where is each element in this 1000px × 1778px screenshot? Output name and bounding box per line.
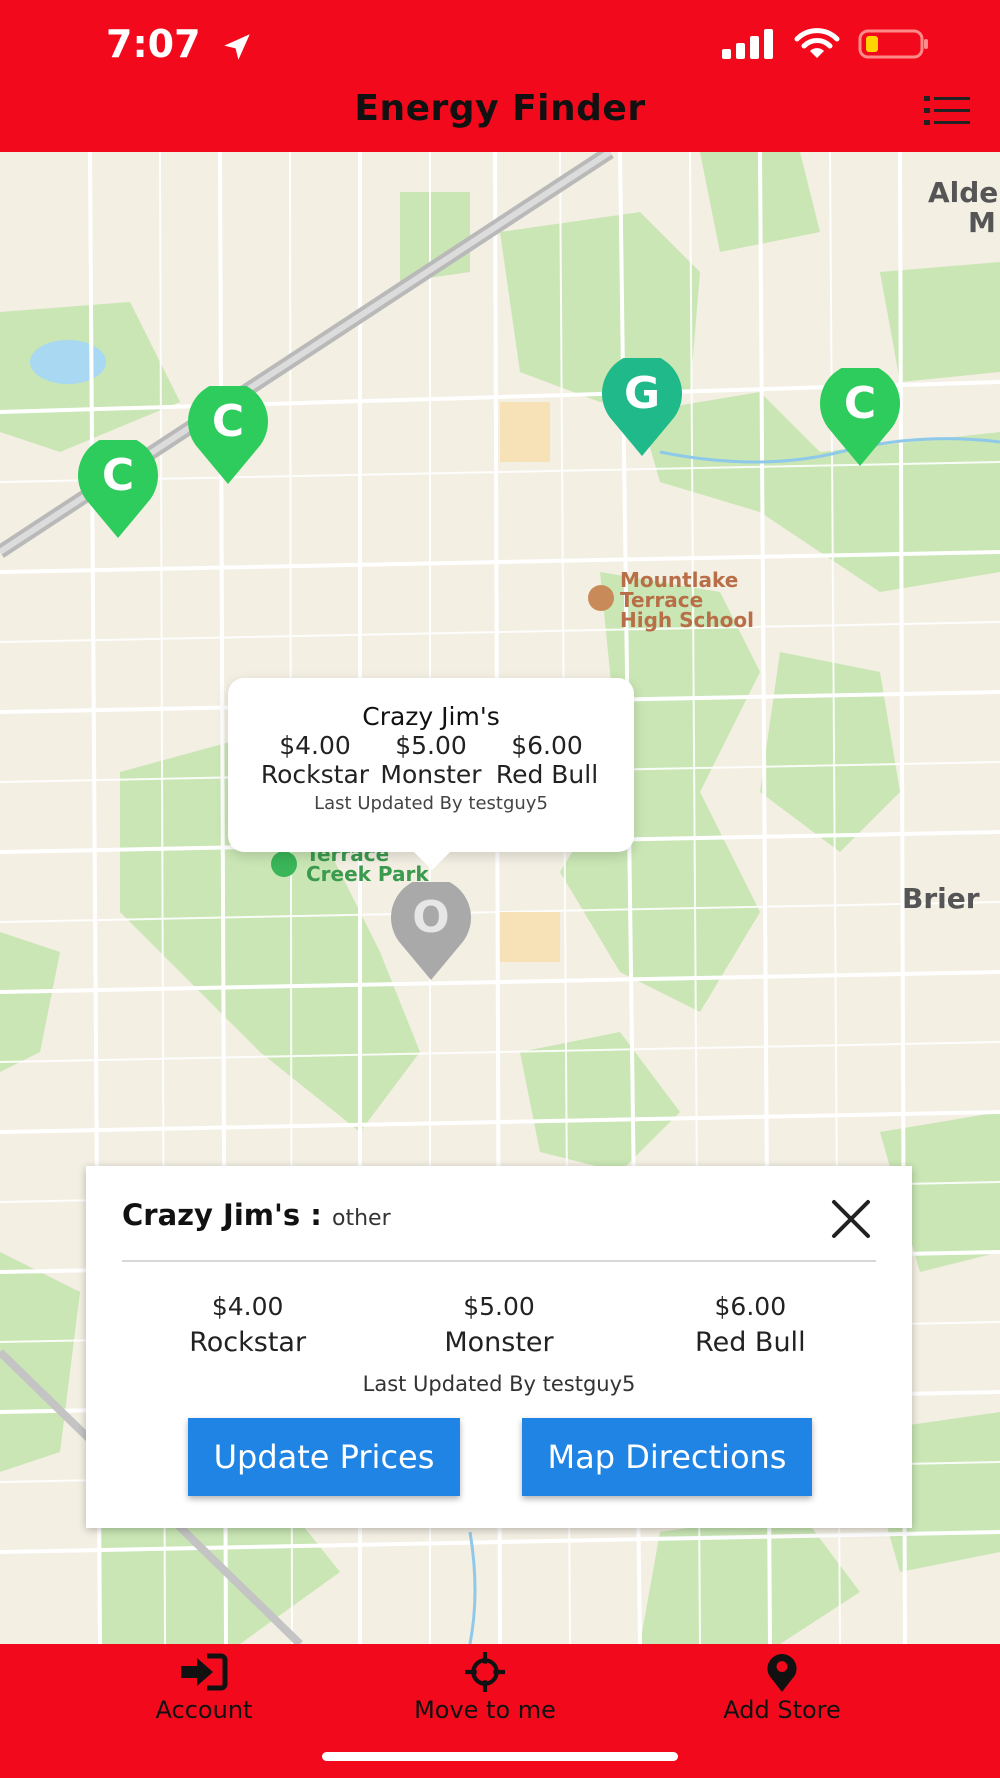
school-label-line1: Mountlake	[620, 568, 739, 592]
close-button[interactable]	[830, 1198, 872, 1240]
drink-name: Rockstar	[189, 1327, 307, 1358]
map-marker-icon	[767, 1654, 797, 1692]
callout-drink: Monster	[380, 760, 482, 789]
status-time-text: 7:07	[106, 22, 201, 66]
alder-label: Alde M	[928, 178, 998, 238]
nav-account[interactable]: Account	[124, 1644, 284, 1724]
school-label-line3: High School	[620, 608, 754, 632]
drink-price: $4.00	[211, 1292, 284, 1321]
drink-item: $4.00 Rockstar	[122, 1292, 373, 1358]
drink-name: Monster	[444, 1327, 554, 1358]
brier-label: Brier	[902, 882, 980, 915]
store-pin-c-3[interactable]: C	[818, 363, 902, 468]
signal-icon	[722, 29, 773, 59]
nav-add-store[interactable]: Add Store	[700, 1644, 864, 1724]
drink-item: $5.00 Monster	[373, 1292, 624, 1358]
park-label-line2: Creek Park	[306, 862, 429, 886]
card-divider	[122, 1260, 876, 1262]
update-prices-button[interactable]: Update Prices	[188, 1418, 460, 1496]
store-pin-c-1[interactable]: C	[76, 435, 160, 540]
nav-move-to-me[interactable]: Move to me	[390, 1644, 580, 1724]
store-callout[interactable]: Crazy Jim's $4.00 $5.00 $6.00 Rockstar M…	[228, 678, 634, 870]
pin-letter: C	[101, 450, 135, 501]
drink-name: Red Bull	[695, 1327, 806, 1358]
drink-price: $6.00	[714, 1292, 787, 1321]
menu-button[interactable]	[924, 94, 970, 128]
alder-label-line2: M	[968, 206, 996, 239]
status-icons	[722, 28, 930, 60]
map-directions-button[interactable]: Map Directions	[522, 1418, 812, 1496]
top-bar: 7:07 Energy Finder	[0, 0, 1000, 152]
callout-store-name: Crazy Jim's	[362, 702, 500, 731]
callout-price: $5.00	[395, 731, 467, 760]
close-icon	[832, 1200, 870, 1238]
nav-move-to-me-label: Move to me	[414, 1696, 556, 1724]
callout-drinks: Rockstar Monster Red Bull	[228, 760, 634, 789]
pin-letter: G	[623, 368, 661, 419]
school-label-line2: Terrace	[620, 588, 704, 612]
location-arrow-icon	[224, 33, 250, 60]
alder-label-line1: Alde	[928, 176, 999, 209]
battery-icon	[858, 29, 928, 59]
callout-updated: Last Updated By testguy5	[314, 793, 548, 814]
school-label: Mountlake Terrace High School	[620, 570, 754, 630]
sign-in-icon	[181, 1653, 228, 1691]
nav-add-store-label: Add Store	[723, 1696, 841, 1724]
pin-letter: O	[412, 892, 450, 943]
pin-letter: C	[211, 396, 245, 447]
card-store-type: other	[332, 1206, 391, 1231]
callout-drink: Red Bull	[495, 760, 599, 789]
drink-item: $6.00 Red Bull	[625, 1292, 876, 1358]
store-pin-c-2[interactable]: C	[186, 381, 270, 486]
drink-price: $5.00	[463, 1292, 535, 1321]
list-menu-icon	[924, 96, 970, 125]
nav-account-label: Account	[155, 1696, 253, 1724]
store-pin-g[interactable]: G	[600, 353, 684, 458]
pin-letter: C	[843, 378, 877, 429]
app-title: Energy Finder	[354, 88, 646, 129]
status-time: 7:07	[106, 22, 254, 66]
card-drink-list: $4.00 Rockstar $5.00 Monster $6.00 Red B…	[122, 1292, 876, 1358]
card-updated: Last Updated By testguy5	[362, 1372, 636, 1396]
callout-drink: Rockstar	[260, 760, 370, 789]
card-store-name: Crazy Jim's :	[122, 1198, 322, 1232]
callout-price: $4.00	[279, 731, 351, 760]
store-pin-selected[interactable]: O	[389, 877, 473, 982]
callout-price: $6.00	[511, 731, 583, 760]
home-indicator	[322, 1752, 678, 1761]
callout-prices: $4.00 $5.00 $6.00	[228, 731, 634, 760]
wifi-icon	[794, 28, 840, 58]
crosshairs-icon	[465, 1652, 505, 1692]
store-detail-card: Crazy Jim's : other $4.00 Rockstar $5.00…	[86, 1166, 912, 1528]
